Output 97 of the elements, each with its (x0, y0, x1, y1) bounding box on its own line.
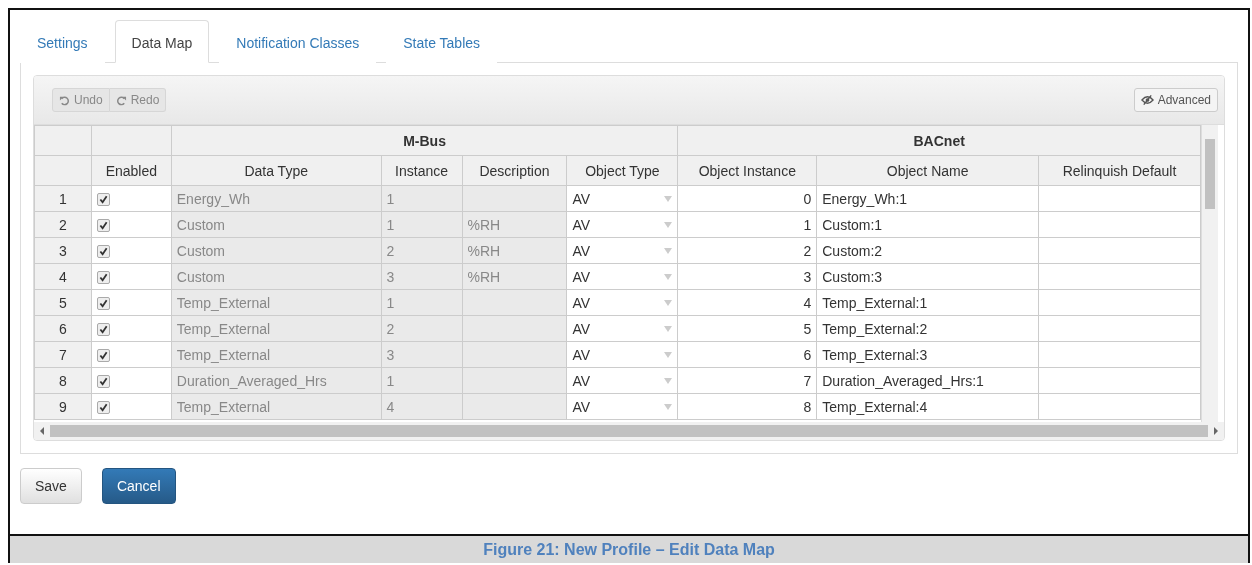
table-cell: Custom:2 (816, 237, 1039, 264)
table-cell: 1 (381, 185, 463, 212)
row-number: 1 (34, 185, 92, 212)
table-cell: Custom (171, 263, 382, 290)
table-cell: 0 (677, 185, 817, 212)
table-cell: 1 (381, 367, 463, 394)
table-cell: 7 (677, 367, 817, 394)
redo-icon (115, 94, 127, 106)
table-cell: Temp_External:3 (816, 341, 1039, 368)
checkbox[interactable] (96, 348, 110, 362)
table-cell: 2 (381, 315, 463, 342)
checkbox[interactable] (96, 244, 110, 258)
table-cell: 3 (677, 263, 817, 290)
checkbox[interactable] (96, 218, 110, 232)
row-number: 8 (34, 367, 92, 394)
column-header: Object Name (816, 155, 1039, 186)
table-cell: Energy_Wh (171, 185, 382, 212)
row-number: 7 (34, 341, 92, 368)
column-header: Instance (381, 155, 463, 186)
dropdown-cell[interactable]: AV (566, 289, 678, 316)
caret-icon (664, 377, 673, 384)
dropdown-cell[interactable]: AV (566, 393, 678, 420)
table-cell: Custom:1 (816, 211, 1039, 238)
table-cell: 1 (381, 211, 463, 238)
dropdown-cell[interactable]: AV (566, 237, 678, 264)
table-cell: 6 (677, 341, 817, 368)
row-number: 2 (34, 211, 92, 238)
table-cell: 4 (677, 289, 817, 316)
column-header: Data Type (171, 155, 382, 186)
caret-icon (664, 325, 673, 332)
row-number: 6 (34, 315, 92, 342)
table-cell: 2 (677, 237, 817, 264)
row-number: 5 (34, 289, 92, 316)
table-cell: Temp_External (171, 289, 382, 316)
caret-icon (664, 403, 673, 410)
caret-icon (664, 273, 673, 280)
table-cell: %RH (462, 237, 567, 264)
column-header: Description (462, 155, 567, 186)
save-button[interactable]: Save (20, 468, 82, 504)
row-number: 4 (34, 263, 92, 290)
vertical-scrollbar[interactable] (1201, 125, 1218, 422)
dropdown-cell[interactable]: AV (566, 185, 678, 212)
table-cell: Duration_Averaged_Hrs (171, 367, 382, 394)
tab[interactable]: Data Map (114, 20, 210, 63)
table-cell: Temp_External:2 (816, 315, 1039, 342)
checkbox[interactable] (96, 270, 110, 284)
checkbox[interactable] (96, 400, 110, 414)
table-cell: Energy_Wh:1 (816, 185, 1039, 212)
dropdown-cell[interactable]: AV (566, 211, 678, 238)
row-number: 3 (34, 237, 92, 264)
caret-icon (664, 195, 673, 202)
row-number: 9 (34, 393, 92, 420)
checkbox[interactable] (96, 322, 110, 336)
table-cell: Custom (171, 237, 382, 264)
checkbox[interactable] (96, 296, 110, 310)
column-header: Relinquish Default (1038, 155, 1201, 186)
table-cell: Duration_Averaged_Hrs:1 (816, 367, 1039, 394)
group-header: M-Bus (171, 125, 678, 156)
table-cell: 2 (381, 237, 463, 264)
scroll-right-icon (1212, 427, 1220, 435)
table-cell: 1 (381, 289, 463, 316)
table-cell: Custom (171, 211, 382, 238)
table-cell: Custom:3 (816, 263, 1039, 290)
column-header: Enabled (91, 155, 172, 186)
column-header: Object Instance (677, 155, 817, 186)
column-header: Object Type (566, 155, 678, 186)
dropdown-cell[interactable]: AV (566, 341, 678, 368)
cancel-button[interactable]: Cancel (101, 468, 176, 504)
caret-icon (664, 247, 673, 254)
group-header: BACnet (677, 125, 1201, 156)
table-cell: %RH (462, 211, 567, 238)
table-cell: Temp_External (171, 393, 382, 420)
table-cell: 5 (677, 315, 817, 342)
table-cell: 3 (381, 341, 463, 368)
table-cell: 3 (381, 263, 463, 290)
table-cell: Temp_External:1 (816, 289, 1039, 316)
caret-icon (664, 221, 673, 228)
table-cell: 4 (381, 393, 463, 420)
table-cell: 1 (677, 211, 817, 238)
table-cell: Temp_External:4 (816, 393, 1039, 420)
table-cell: Temp_External (171, 341, 382, 368)
table-cell: Temp_External (171, 315, 382, 342)
table-cell: %RH (462, 263, 567, 290)
caret-icon (664, 351, 673, 358)
caret-icon (664, 299, 673, 306)
eye-slash-icon (1140, 95, 1154, 105)
dropdown-cell[interactable]: AV (566, 367, 678, 394)
undo-icon (59, 94, 70, 106)
dropdown-cell[interactable]: AV (566, 263, 678, 290)
horizontal-scrollbar[interactable] (34, 422, 1224, 440)
advanced-button[interactable]: Advanced (1133, 88, 1218, 112)
table-cell: 8 (677, 393, 817, 420)
scroll-left-icon (38, 427, 46, 435)
figure-caption: Figure 21: New Profile – Edit Data Map (8, 536, 1250, 563)
dropdown-cell[interactable]: AV (566, 315, 678, 342)
checkbox[interactable] (96, 374, 110, 388)
checkbox[interactable] (96, 192, 110, 206)
